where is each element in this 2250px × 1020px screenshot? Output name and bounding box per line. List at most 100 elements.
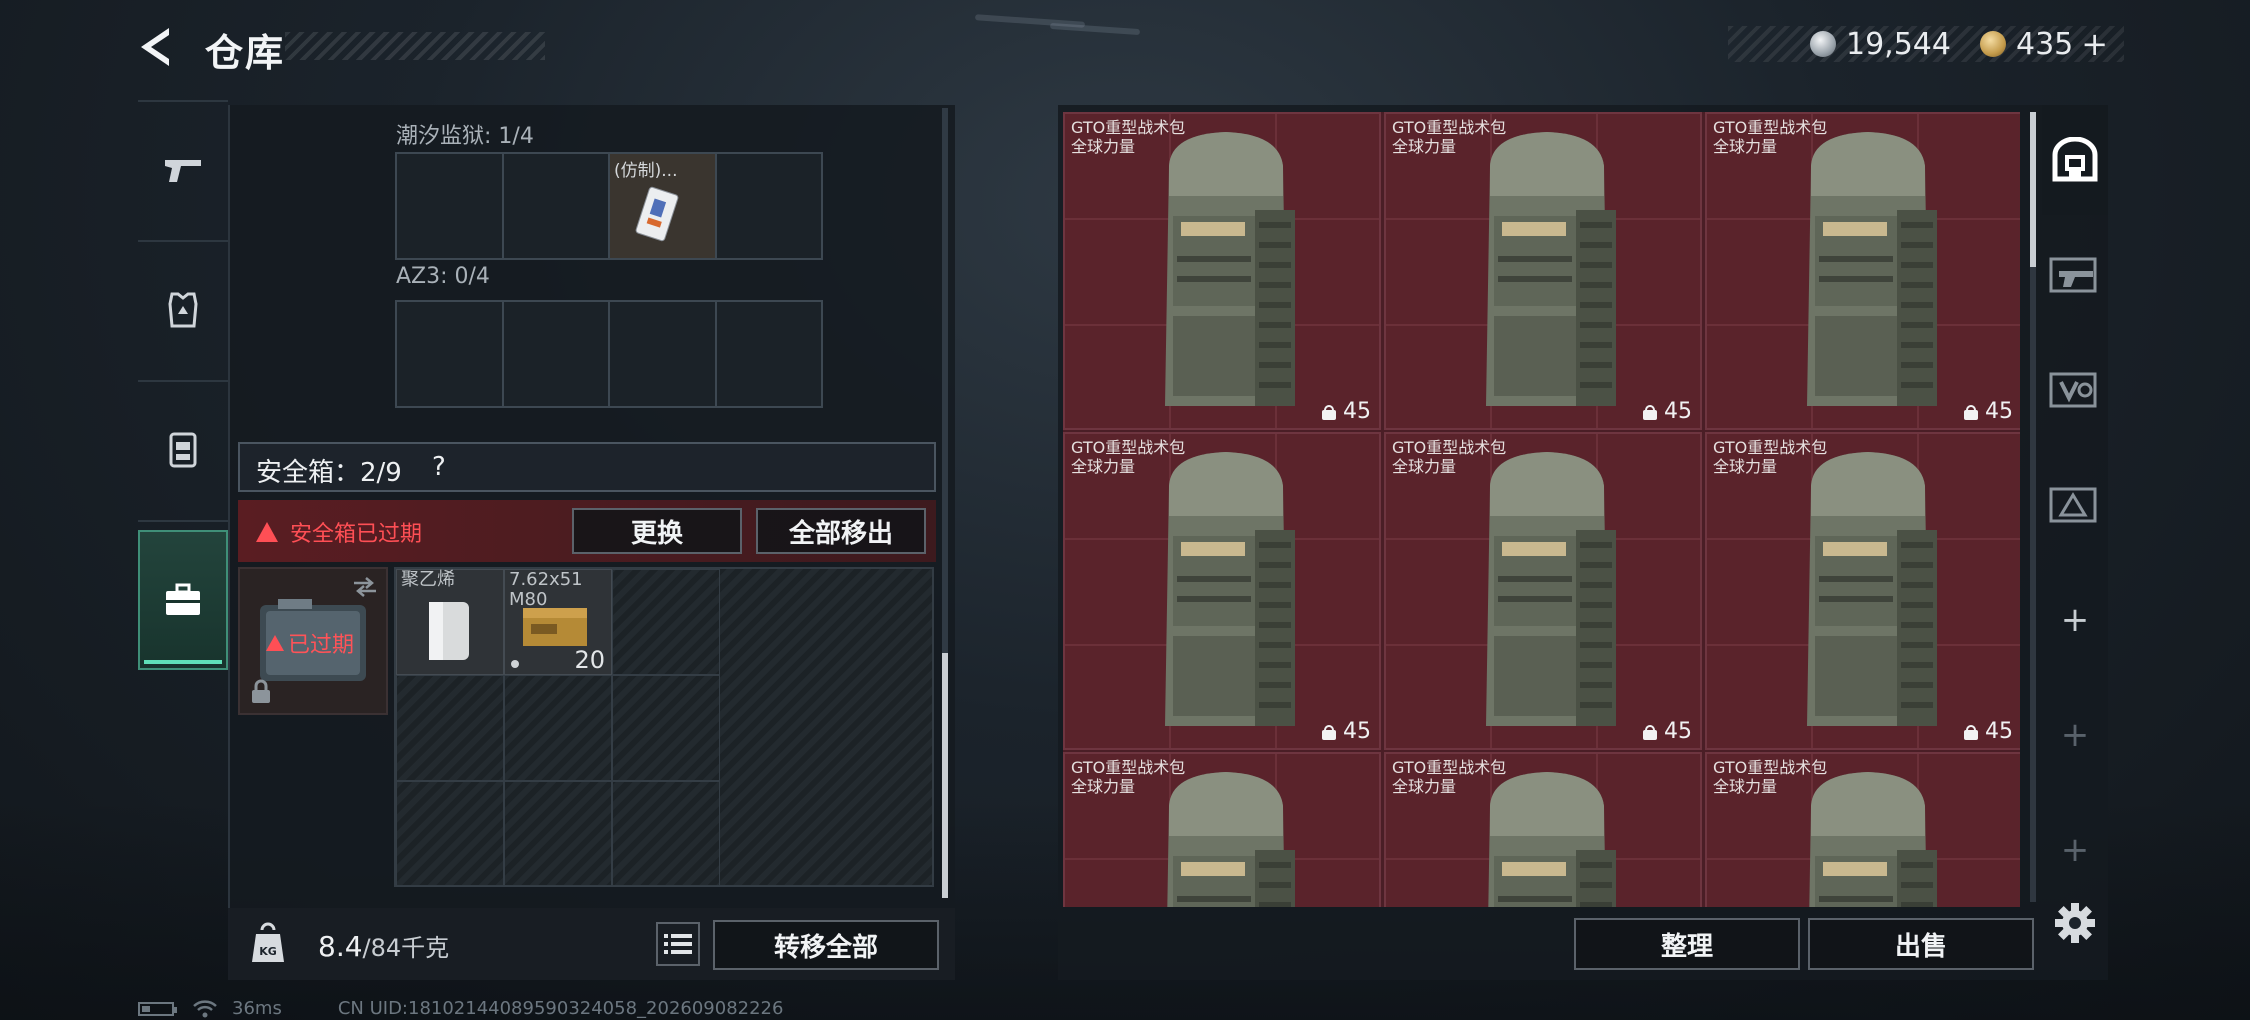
backpack-name: GTO重型战术包 全球力量 xyxy=(1713,758,1827,796)
backpack-item[interactable]: GTO重型战术包全球力量45 xyxy=(1705,432,2020,750)
backpack-image xyxy=(1165,132,1295,406)
backpack-item[interactable]: GTO重型战术包全球力量45 xyxy=(1063,432,1381,750)
backpack-name-line2: 全球力量 xyxy=(1071,457,1136,476)
transfer-all-button[interactable]: 转移全部 xyxy=(713,920,939,970)
scroll-thumb[interactable] xyxy=(2030,112,2036,267)
gold-coin-icon xyxy=(1980,31,2006,57)
grid-cell[interactable] xyxy=(396,675,504,781)
grid-cell[interactable] xyxy=(612,675,720,781)
sort-button[interactable]: 整理 xyxy=(1574,918,1800,970)
swap-icon[interactable] xyxy=(352,577,378,597)
slot[interactable] xyxy=(503,154,610,258)
ammo-storage-icon xyxy=(2049,372,2097,408)
grid-cell[interactable] xyxy=(396,781,504,887)
back-button[interactable] xyxy=(135,24,181,70)
slot[interactable] xyxy=(397,302,504,406)
backpack-capacity: 45 xyxy=(1642,719,1692,744)
grid-cell[interactable] xyxy=(504,675,612,781)
slot[interactable] xyxy=(716,154,821,258)
tab-add-locked[interactable]: + xyxy=(2042,795,2108,905)
grid-cell[interactable] xyxy=(612,569,720,675)
tab-backpack[interactable] xyxy=(2042,105,2108,215)
slot[interactable] xyxy=(503,302,610,406)
scroll-thumb[interactable] xyxy=(942,653,948,898)
pistol-icon xyxy=(165,160,201,182)
gold-currency[interactable]: 435 + xyxy=(1980,25,2108,63)
grid-cell[interactable] xyxy=(504,781,612,887)
keycard-icon xyxy=(635,186,679,242)
add-currency-icon[interactable]: + xyxy=(2081,25,2108,63)
weight-kg-icon: KG xyxy=(252,922,284,962)
backpack-name-line2: 全球力量 xyxy=(1713,777,1778,796)
backpack-item[interactable]: GTO重型战术包全球力量45 xyxy=(1384,112,1702,430)
tab-add[interactable]: + xyxy=(2042,565,2108,675)
backpack-name-line1: GTO重型战术包 xyxy=(1713,758,1828,777)
armor-icon xyxy=(168,292,198,328)
battery-icon xyxy=(138,1001,177,1016)
backpack-name-line1: GTO重型战术包 xyxy=(1071,758,1186,777)
slot-item[interactable]: (仿制)... xyxy=(610,154,717,258)
backpack-capacity: 45 xyxy=(1321,399,1371,424)
backpack-item[interactable]: GTO重型战术包全球力量45 xyxy=(1384,432,1702,750)
weight-bar: KG 8.4/84千克 转移全部 xyxy=(228,908,955,980)
replace-button[interactable]: 更换 xyxy=(572,508,742,554)
storage-grid: GTO重型战术包 全球力量 45 GTO重型战术包 全球力量 45 GTO重型战术包 全球力量… xyxy=(1063,112,2020,907)
backpack-icon xyxy=(2052,137,2098,182)
slot[interactable] xyxy=(610,302,717,406)
backpack-name-line2: 全球力量 xyxy=(1071,137,1136,156)
item-name: 7.62x51 M80 xyxy=(509,569,583,610)
item-name: 聚乙烯 xyxy=(401,569,455,590)
backpack-image xyxy=(1486,132,1616,406)
backpack-item[interactable]: GTO重型战术包全球力量45 xyxy=(1063,752,1381,907)
storage-scrollbar[interactable] xyxy=(2030,112,2036,902)
container-label: AZ3: 0/4 xyxy=(396,264,490,289)
backpack-name-line1: GTO重型战术包 xyxy=(1713,118,1828,137)
tab-divider xyxy=(138,520,228,522)
tab-armor[interactable] xyxy=(138,240,228,380)
safe-box-grid: 聚乙烯 7.62x51 M80 20 xyxy=(394,567,934,887)
capacity-icon xyxy=(1643,404,1657,420)
status-bar: 36ms CN UID:18102144089590324058_2026090… xyxy=(138,998,783,1019)
safe-box-item[interactable]: 已过期 xyxy=(238,567,388,715)
capacity-value: 45 xyxy=(1664,719,1692,744)
tab-add-locked[interactable]: + xyxy=(2042,680,2108,790)
backpack-name: GTO重型战术包 全球力量 xyxy=(1071,118,1185,156)
tab-safe-box[interactable] xyxy=(138,530,228,670)
list-icon xyxy=(664,934,692,954)
tab-ammo-storage[interactable] xyxy=(2042,335,2108,445)
container-scrollbar[interactable] xyxy=(942,108,948,898)
silver-amount: 19,544 xyxy=(1846,26,1951,62)
wifi-icon xyxy=(193,999,217,1017)
polyethylene-roll-icon xyxy=(429,602,469,660)
help-icon[interactable]: ? xyxy=(432,452,446,482)
backpack-item[interactable]: GTO重型战术包全球力量45 xyxy=(1705,752,2020,907)
grid-cell[interactable] xyxy=(612,781,720,887)
backpack-item[interactable]: GTO重型战术包全球力量 45 xyxy=(1063,112,1381,430)
add-icon: + xyxy=(2060,830,2090,870)
backpack-item[interactable]: GTO重型战术包全球力量45 xyxy=(1384,752,1702,907)
remove-all-button[interactable]: 全部移出 xyxy=(756,508,926,554)
category-tabs xyxy=(138,100,228,670)
slot[interactable] xyxy=(716,302,821,406)
silver-coin-icon xyxy=(1810,31,1836,57)
slot[interactable] xyxy=(397,154,504,258)
warning-icon xyxy=(266,635,284,651)
settings-button[interactable] xyxy=(2052,900,2098,946)
currency-bar: 19,544 435 + xyxy=(1728,25,2124,63)
backpack-item[interactable]: GTO重型战术包全球力量45 xyxy=(1705,112,2020,430)
item-count: 20 xyxy=(574,646,605,674)
gear-storage-icon xyxy=(2049,487,2097,523)
capacity-icon xyxy=(1322,724,1336,740)
capacity-value: 45 xyxy=(1343,719,1371,744)
safe-item-ammo[interactable]: 7.62x51 M80 20 xyxy=(504,569,612,675)
safe-item-polyethylene[interactable]: 聚乙烯 xyxy=(396,569,504,675)
tab-chest-rig[interactable] xyxy=(138,380,228,520)
backpack-image xyxy=(1807,452,1937,726)
backpack-name-line2: 全球力量 xyxy=(1713,457,1778,476)
tab-weapon-storage[interactable] xyxy=(2042,220,2108,330)
sell-button[interactable]: 出售 xyxy=(1808,918,2034,970)
list-view-button[interactable] xyxy=(656,922,700,966)
tab-weapons[interactable] xyxy=(138,100,228,240)
expired-overlay: 已过期 xyxy=(266,627,354,659)
tab-gear-storage[interactable] xyxy=(2042,450,2108,560)
